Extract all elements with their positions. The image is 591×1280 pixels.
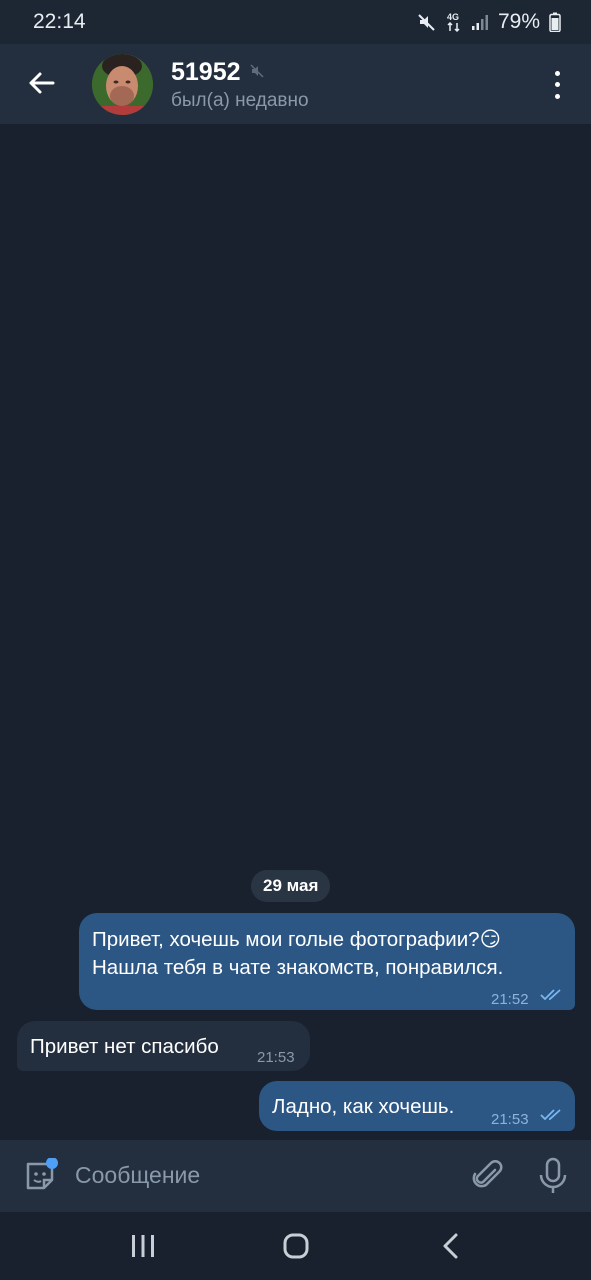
double-check-icon [540,1109,561,1121]
message-text: Ладно, как хочешь. [272,1095,455,1118]
more-vertical-icon [554,82,560,88]
avatar-face-icon [92,54,153,115]
message-time: 21:52 [491,991,529,1008]
system-navigation-bar [0,1212,591,1280]
home-icon [283,1233,309,1259]
message-text-line: Привет, хочешь мои голые фотографии?😏 [92,928,501,951]
battery-percent: 79% [497,10,540,33]
back-icon [443,1233,458,1259]
signal-icon [471,15,488,30]
status-bar: 22:14 4G 79% [0,0,591,44]
voice-record-button[interactable] [536,1157,570,1195]
status-icons: 4G 79% [417,10,561,34]
network-4g-icon: 4G [447,12,460,33]
contact-avatar[interactable] [92,54,153,115]
message-text: Привет нет спасибо [30,1035,219,1058]
mute-icon [418,14,435,31]
microphone-icon [539,1157,567,1193]
message-time: 21:53 [257,1049,295,1066]
message-time: 21:53 [491,1111,529,1128]
chat-header: 51952 был(а) недавно [0,44,591,124]
date-separator: 29 мая [251,870,331,902]
more-options-button[interactable] [545,68,569,102]
outgoing-message[interactable]: Ладно, как хочешь. 21:53 [259,1081,575,1131]
incoming-message[interactable]: Привет нет спасибо 21:53 [17,1021,310,1071]
paperclip-icon [472,1160,503,1188]
status-time: 22:14 [33,10,86,33]
double-check-icon [540,989,561,1001]
outgoing-message[interactable]: Привет, хочешь мои голые фотографии?😏 На… [79,913,575,1010]
svg-text:4G: 4G [447,12,459,22]
home-button[interactable] [282,1232,310,1260]
recent-apps-button[interactable] [128,1232,158,1260]
back-arrow-icon [29,72,55,94]
sticker-button[interactable] [22,1157,58,1194]
more-vertical-icon [554,93,560,99]
message-input[interactable]: Сообщение [75,1162,200,1189]
message-text-line: Нашла тебя в чате знакомств, понравился. [92,956,504,979]
battery-icon [549,12,561,32]
message-composer: Сообщение [0,1140,591,1212]
telegram-chat-screen: 22:14 4G 79% 51952 был(а) недавно 29 мая… [0,0,591,1280]
contact-last-seen: был(а) недавно [171,90,309,111]
back-button[interactable] [22,64,60,102]
recent-apps-icon [132,1235,154,1257]
sticker-icon [26,1157,58,1190]
message-list[interactable]: 29 мая Привет, хочешь мои голые фотограф… [0,124,591,1140]
attach-button[interactable] [470,1158,506,1194]
muted-speaker-icon [250,64,264,83]
system-back-button[interactable] [440,1232,462,1260]
more-vertical-icon [554,71,560,77]
contact-name[interactable]: 51952 [171,58,241,87]
